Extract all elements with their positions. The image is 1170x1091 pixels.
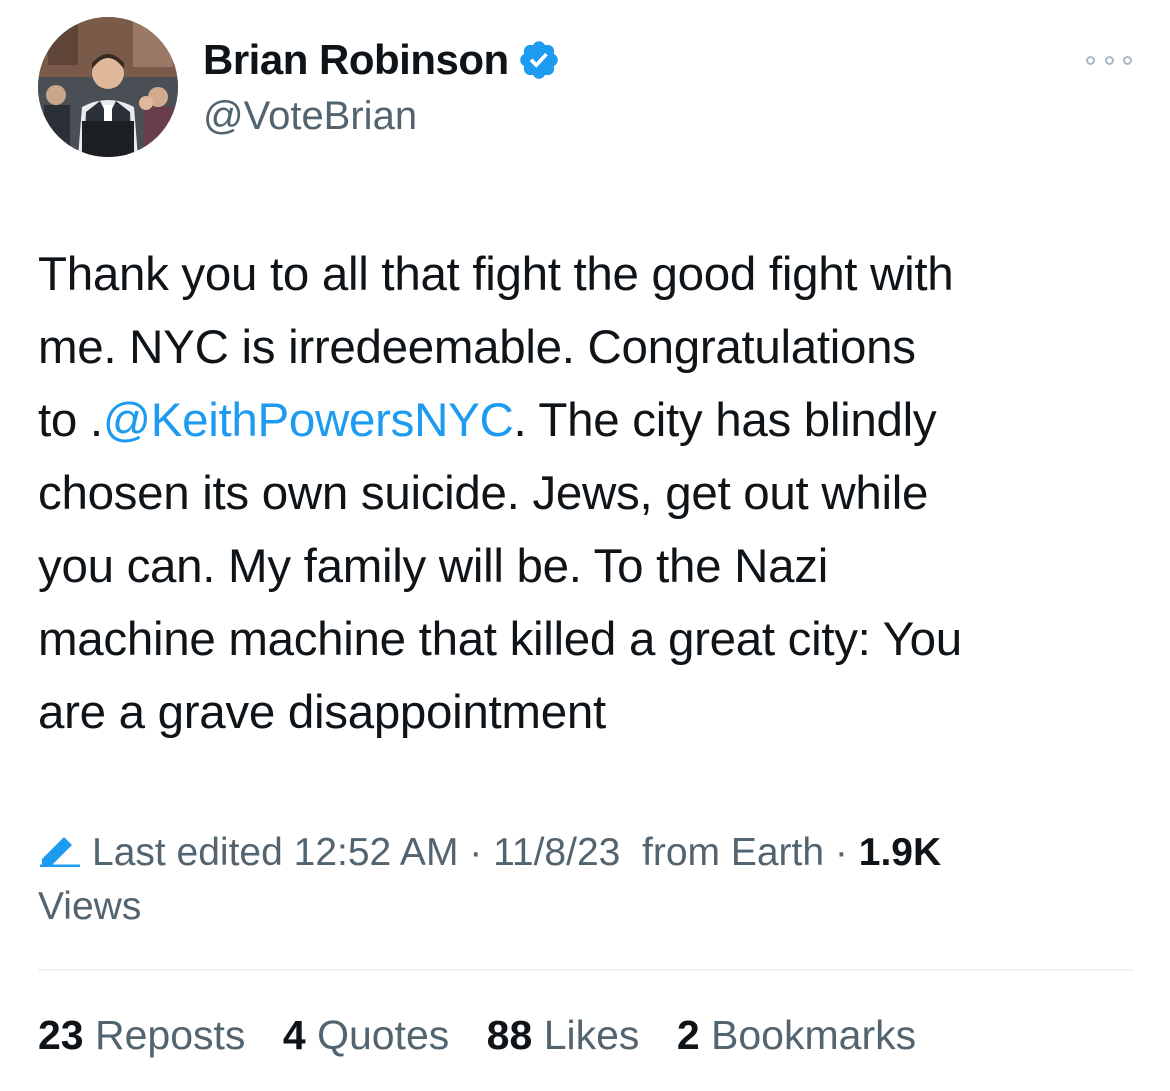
reposts-count: 23 [38,1012,84,1058]
more-dot [1104,55,1114,65]
meta-row: Last edited 12:52 AM · 11/8/23 from Eart… [38,826,1138,880]
reposts-stat[interactable]: 23 Reposts [38,1012,245,1058]
bookmarks-label: Bookmarks [711,1012,917,1058]
meta-separator: · [824,831,859,874]
tweet-text-segment: to . [38,394,103,447]
more-dot [1123,55,1132,65]
tweet-text: Thank you to all that fight the good fig… [38,238,1138,749]
tweet-meta: Last edited 12:52 AM · 11/8/23 from Eart… [38,826,1138,934]
verified-badge-icon[interactable] [517,38,561,82]
bookmarks-count: 2 [676,1012,700,1058]
quotes-label: Quotes [317,1012,450,1058]
tweet-line: you can. My family will be. To the Nazi [38,540,828,593]
display-name[interactable]: Brian Robinson [203,36,509,84]
likes-count: 88 [486,1012,533,1058]
tweet-text-segment: . The city has blindly [513,394,937,447]
profile-photo [38,17,178,157]
bookmarks-stat[interactable]: 2 Bookmarks [677,1012,916,1058]
name-row: Brian Robinson [203,32,561,88]
quotes-stat[interactable]: 4 Quotes [283,1012,449,1058]
quotes-count: 4 [282,1012,306,1058]
likes-label: Likes [543,1012,640,1058]
views-count: 1.9K [858,831,942,874]
tweet-line: to .@KeithPowersNYC. The city has blindl… [38,384,1138,457]
tweet-line: are a grave disappointment [38,686,606,739]
tweet-source: from Earth [642,831,825,874]
tweet-stats: 23 Reposts 4 Quotes 88 Likes 2 Bookmarks [38,1008,942,1062]
divider [38,969,1134,971]
edited-link[interactable]: Last edited 12:52 AM [92,831,458,874]
profile-avatar[interactable] [38,17,178,157]
more-options-icon[interactable] [1086,48,1132,72]
tweet-line: machine machine that killed a great city… [38,613,962,666]
tweet-line: me. NYC is irredeemable. Congratulations [38,321,916,374]
tweet-line: chosen its own suicide. Jews, get out wh… [38,467,929,520]
reposts-label: Reposts [95,1012,246,1058]
tweet-date[interactable]: 11/8/23 [493,831,620,874]
pencil-icon[interactable] [38,828,82,868]
author-block: Brian Robinson @VoteBrian [203,32,561,139]
more-dot [1086,55,1095,65]
likes-stat[interactable]: 88 Likes [487,1012,640,1058]
mention-link[interactable]: @KeithPowersNYC [103,394,514,447]
tweet-line: Thank you to all that fight the good fig… [38,248,954,301]
views-label: Views [38,885,142,928]
meta-separator: · [458,831,494,874]
user-handle[interactable]: @VoteBrian [203,94,561,139]
